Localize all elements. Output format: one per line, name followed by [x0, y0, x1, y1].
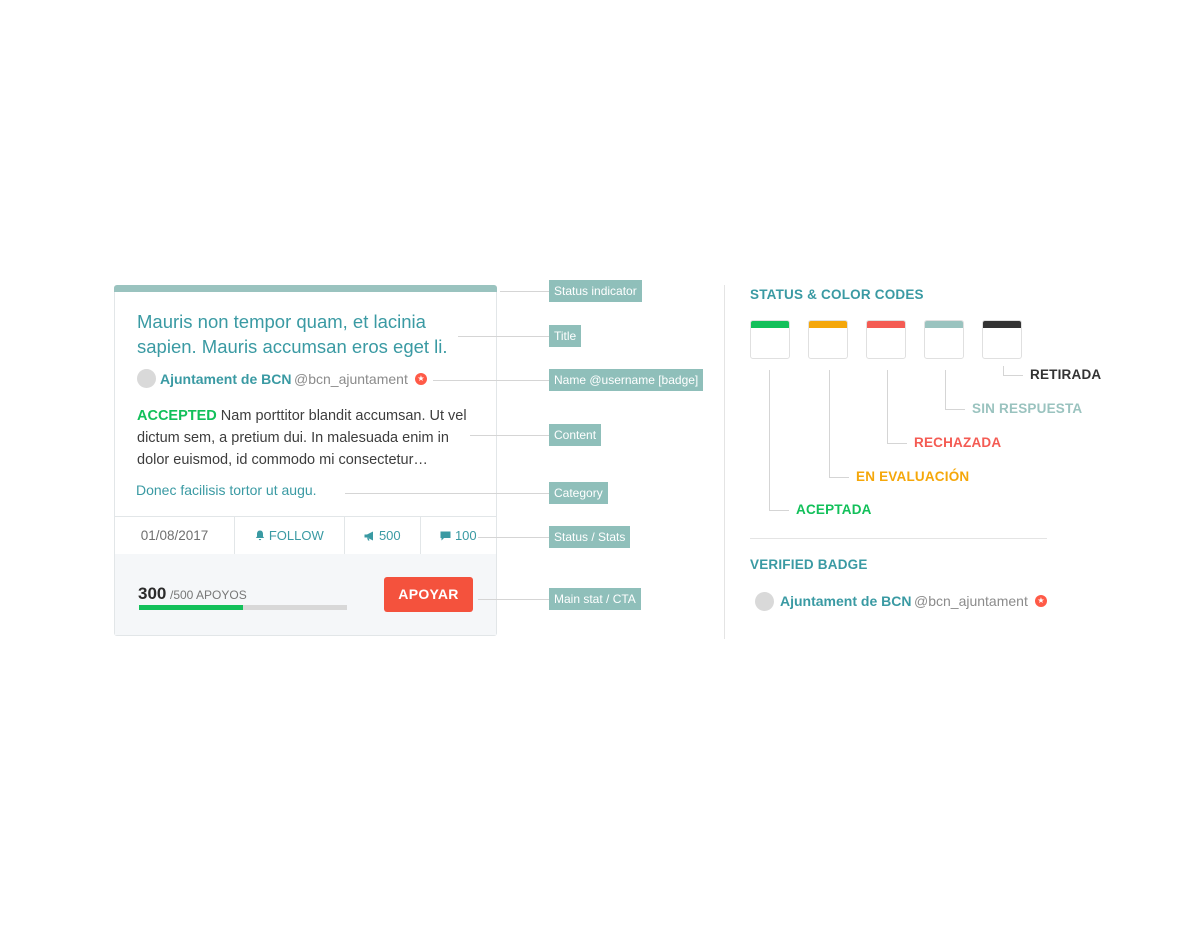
- annotation-leader: [470, 435, 550, 436]
- follow-button[interactable]: FOLLOW: [235, 517, 344, 554]
- supports-stat[interactable]: 500: [345, 517, 420, 554]
- annotation-leader: [478, 537, 550, 538]
- status-word: ACCEPTED: [137, 408, 217, 424]
- verified-badge-icon: ★: [415, 373, 427, 385]
- annotation-category: Category: [549, 482, 608, 504]
- status-indicator-bar: [114, 285, 497, 292]
- stats-row: 01/08/2017 FOLLOW 500 100: [115, 516, 496, 555]
- annotation-leader: [458, 336, 550, 337]
- connector-line: [769, 510, 789, 511]
- comments-stat[interactable]: 100: [421, 517, 496, 554]
- annotation-leader: [433, 380, 550, 381]
- connector-line: [829, 477, 849, 478]
- connector-line: [1003, 375, 1023, 376]
- swatch-retirada: [982, 320, 1022, 359]
- avatar: [755, 592, 774, 611]
- annotation-name: Name @username [badge]: [549, 369, 704, 391]
- connector-line: [829, 370, 830, 477]
- color-codes-title: STATUS & COLOR CODES: [750, 287, 924, 302]
- verified-username: @bcn_ajuntament: [914, 593, 1028, 609]
- supports-stat-value: 500: [378, 528, 401, 543]
- date-label: 01/08/2017: [140, 528, 209, 543]
- swatch-en-evaluacion: [808, 320, 848, 359]
- progress-fill: [139, 605, 243, 610]
- connector-line: [887, 370, 888, 443]
- annotation-title: Title: [549, 325, 582, 347]
- verified-badge-title: VERIFIED BADGE: [750, 557, 868, 572]
- supports-total: /500 APOYOS: [170, 588, 247, 602]
- connector-line: [769, 370, 770, 510]
- support-button[interactable]: APOYAR: [384, 577, 473, 612]
- connector-line: [887, 443, 907, 444]
- proposal-card[interactable]: Mauris non tempor quam, et lacinia sapie…: [114, 285, 497, 636]
- status-label-rechazada: RECHAZADA: [914, 435, 1002, 450]
- vertical-divider: [724, 285, 725, 639]
- connector-line: [945, 409, 965, 410]
- avatar[interactable]: [137, 369, 156, 388]
- follow-label: FOLLOW: [268, 528, 324, 543]
- verified-name: Ajuntament de BCN: [780, 593, 912, 609]
- annotation-leader: [478, 599, 550, 600]
- status-label-sin-respuesta: SIN RESPUESTA: [972, 401, 1083, 416]
- annotation-main-stat-cta: Main stat / CTA: [549, 588, 641, 610]
- annotation-status-indicator: Status indicator: [549, 280, 642, 302]
- bell-icon: [255, 528, 269, 543]
- annotation-content: Content: [549, 424, 602, 446]
- status-label-retirada: RETIRADA: [1030, 367, 1102, 382]
- comment-icon: [440, 528, 455, 543]
- connector-line: [1003, 366, 1004, 375]
- progress-bar: [139, 605, 347, 610]
- verified-badge-icon: ★: [1035, 595, 1047, 607]
- connector-line: [945, 370, 946, 409]
- status-label-en-evaluacion: EN EVALUACIÓN: [856, 469, 970, 484]
- swatch-sin-respuesta: [924, 320, 964, 359]
- swatch-rechazada: [866, 320, 906, 359]
- horizontal-divider: [750, 538, 1047, 539]
- supports-count: 300: [138, 584, 167, 603]
- annotation-leader: [500, 291, 550, 292]
- author-username: @bcn_ajuntament: [294, 371, 408, 387]
- card-footer: 300 /500 APOYOS APOYAR: [115, 554, 496, 635]
- swatch-aceptada: [750, 320, 790, 359]
- author-name[interactable]: Ajuntament de BCN: [160, 371, 291, 387]
- megaphone-icon: [364, 528, 379, 543]
- annotation-status-stats: Status / Stats: [549, 526, 631, 548]
- category-link[interactable]: Donec facilisis tortor ut augu.: [136, 482, 317, 498]
- status-label-aceptada: ACEPTADA: [796, 502, 872, 517]
- card-title[interactable]: Mauris non tempor quam, et lacinia sapie…: [137, 309, 467, 359]
- annotation-leader: [345, 493, 550, 494]
- card-content: ACCEPTED Nam porttitor blandit accumsan.…: [137, 405, 477, 471]
- comments-stat-value: 100: [454, 528, 477, 543]
